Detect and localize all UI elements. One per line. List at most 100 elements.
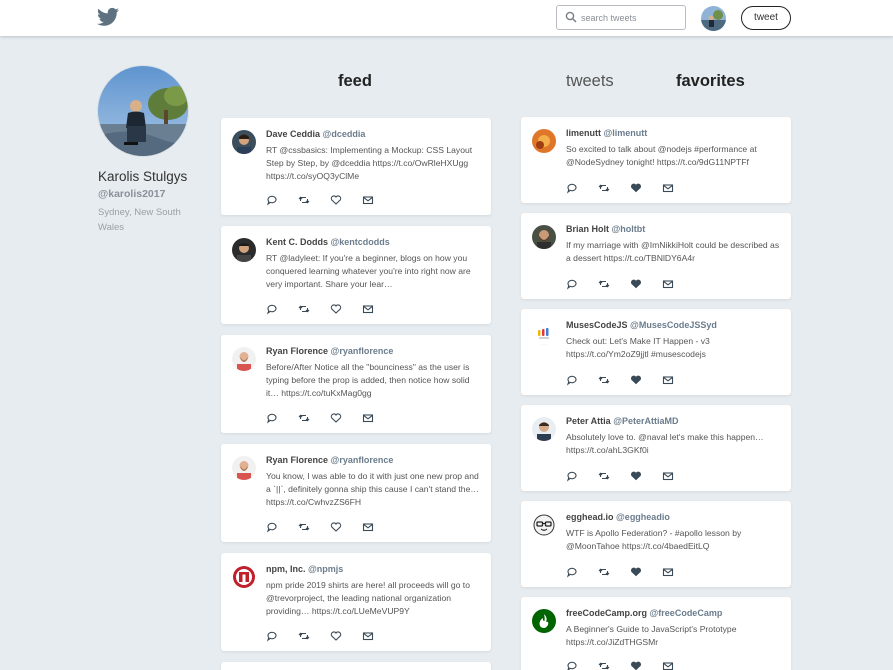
reply-icon[interactable] [566,469,578,482]
author-handle[interactable]: @freeCodeCamp [650,608,723,618]
author-name[interactable]: egghead.io [566,512,614,522]
like-icon[interactable] [330,302,342,314]
heart-filled-icon[interactable] [630,277,642,289]
author-handle[interactable]: @dceddia [323,129,366,139]
feed-card[interactable]: Ryan Florence @ryanflorence You know, I … [221,444,491,542]
like-icon[interactable] [330,629,342,641]
mail-icon[interactable] [362,193,374,205]
author-name[interactable]: Kent C. Dodds [266,237,328,247]
feed-card[interactable]: Kent C. Dodds @kentcdodds RT @ladyleet: … [221,226,491,324]
avatar[interactable] [232,130,256,154]
favorite-card[interactable]: limenutt @limenutt So excited to talk ab… [521,117,791,203]
feed-card[interactable]: Ryan Florence @ryanflorence Before/After… [221,335,491,433]
author-handle[interactable]: @ryanflorence [331,346,394,356]
author-handle[interactable]: @eggheadio [616,512,670,522]
reply-icon[interactable] [266,411,278,424]
favorite-card[interactable]: egghead.io @eggheadio WTF is Apollo Fede… [521,501,791,587]
reply-icon[interactable] [266,193,278,206]
tweet-text: RT @ladyleet: If you're a beginner, blog… [266,253,471,289]
retweet-icon[interactable] [598,181,610,193]
tab-tweets[interactable]: tweets [566,72,614,91]
mail-icon[interactable] [662,277,674,289]
avatar[interactable] [232,456,256,480]
author-handle[interactable]: @kentcdodds [331,237,390,247]
avatar[interactable] [232,565,256,589]
favorite-card[interactable]: Brian Holt @holtbt If my marriage with @… [521,213,791,299]
profile-handle[interactable]: @karolis2017 [98,188,165,200]
search-box[interactable] [556,5,686,30]
reply-icon[interactable] [566,373,578,386]
avatar[interactable] [532,225,556,249]
mail-icon[interactable] [662,373,674,385]
reply-icon[interactable] [266,520,278,533]
retweet-icon[interactable] [298,302,310,314]
feed-card-partial[interactable] [221,662,491,670]
heart-filled-icon[interactable] [630,373,642,385]
favorite-card[interactable]: freeCodeCamp.org @freeCodeCamp A Beginne… [521,597,791,670]
reply-icon[interactable] [566,277,578,290]
author-handle[interactable]: @ryanflorence [331,455,394,465]
retweet-icon[interactable] [598,373,610,385]
retweet-icon[interactable] [298,193,310,205]
avatar[interactable] [532,513,556,537]
avatar[interactable] [532,609,556,633]
author-name[interactable]: Dave Ceddia [266,129,320,139]
retweet-icon[interactable] [598,659,610,670]
heart-filled-icon[interactable] [630,659,642,670]
avatar[interactable] [532,417,556,441]
avatar[interactable] [232,238,256,262]
mail-icon[interactable] [362,411,374,423]
favorite-card[interactable]: Peter Attia @PeterAttiaMD Absolutely lov… [521,405,791,491]
author-handle[interactable]: @limenutt [604,128,648,138]
tweet-button[interactable]: tweet [741,6,791,30]
mail-icon[interactable] [362,520,374,532]
profile-avatar[interactable] [97,65,189,157]
author-handle[interactable]: @npmjs [308,564,343,574]
retweet-icon[interactable] [298,520,310,532]
like-icon[interactable] [330,411,342,423]
retweet-icon[interactable] [598,277,610,289]
author-name[interactable]: Ryan Florence [266,346,328,356]
mail-icon[interactable] [362,302,374,314]
heart-filled-icon[interactable] [630,565,642,577]
like-icon[interactable] [330,193,342,205]
author-handle[interactable]: @PeterAttiaMD [613,416,678,426]
mail-icon[interactable] [662,565,674,577]
retweet-icon[interactable] [298,629,310,641]
heart-filled-icon[interactable] [630,181,642,193]
author-handle[interactable]: @holtbt [612,224,646,234]
author-name[interactable]: limenutt [566,128,601,138]
avatar[interactable] [532,321,556,345]
feed-card[interactable]: Dave Ceddia @dceddia RT @cssbasics: Impl… [221,118,491,215]
author-name[interactable]: MusesCodeJS [566,320,628,330]
author-handle[interactable]: @MusesCodeJSSyd [630,320,717,330]
tab-favorites[interactable]: favorites [676,72,745,91]
author-name[interactable]: Peter Attia [566,416,611,426]
heart-filled-icon[interactable] [630,469,642,481]
like-icon[interactable] [330,520,342,532]
reply-icon[interactable] [566,565,578,578]
profile-name: Karolis Stulgys [98,169,188,184]
author-name[interactable]: Brian Holt [566,224,609,234]
author-name[interactable]: freeCodeCamp.org [566,608,647,618]
reply-icon[interactable] [566,181,578,194]
mail-icon[interactable] [662,181,674,193]
header-avatar[interactable] [701,6,726,31]
favorite-card[interactable]: MusesCodeJS @MusesCodeJSSyd Check out: L… [521,309,791,395]
retweet-icon[interactable] [598,469,610,481]
reply-icon[interactable] [566,659,578,670]
search-input[interactable] [581,9,681,26]
reply-icon[interactable] [266,302,278,315]
avatar[interactable] [232,347,256,371]
retweet-icon[interactable] [598,565,610,577]
mail-icon[interactable] [362,629,374,641]
reply-icon[interactable] [266,629,278,642]
feed-card[interactable]: npm, Inc. @npmjs npm pride 2019 shirts a… [221,553,491,651]
retweet-icon[interactable] [298,411,310,423]
author-name[interactable]: Ryan Florence [266,455,328,465]
author-name[interactable]: npm, Inc. [266,564,306,574]
mail-icon[interactable] [662,659,674,670]
mail-icon[interactable] [662,469,674,481]
twitter-bird-icon[interactable] [97,7,119,27]
avatar[interactable] [532,129,556,153]
